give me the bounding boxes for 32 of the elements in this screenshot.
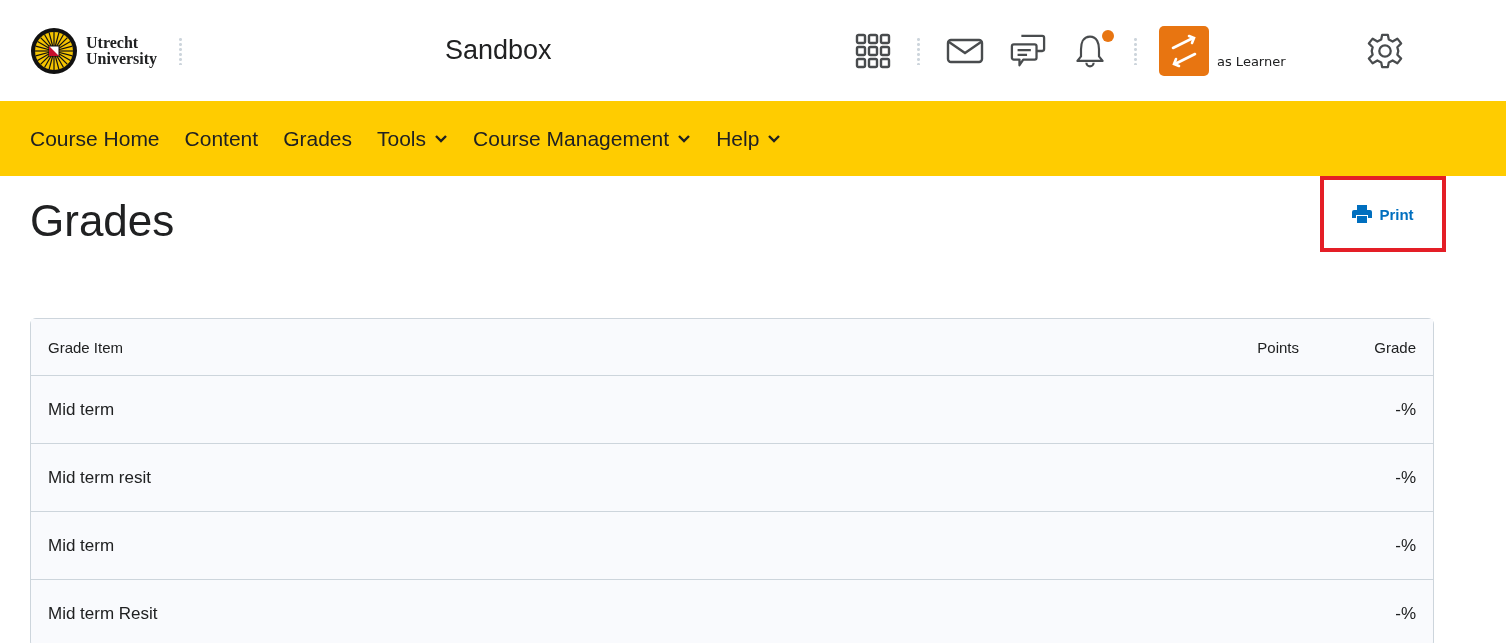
table-cell-text: Mid term xyxy=(48,399,116,420)
print-button[interactable]: Print xyxy=(1348,201,1418,227)
role-label: as Learner xyxy=(1217,54,1286,69)
column-header: Grade xyxy=(1373,338,1416,356)
column-header: Grade Item xyxy=(48,338,125,356)
table-cell-text: -% xyxy=(1394,535,1416,556)
nav-link[interactable]: Course Home xyxy=(30,126,160,151)
table-cell-text: -% xyxy=(1394,399,1416,420)
nav-link[interactable]: Grades xyxy=(283,126,352,151)
chevron-down-icon xyxy=(767,134,782,143)
table-cell-text: -% xyxy=(1394,467,1416,488)
table-cell-text: Mid term resit xyxy=(48,467,152,488)
university-logo-text: Utrecht University xyxy=(86,34,158,67)
chevron-down-icon xyxy=(677,134,692,143)
table-cell-text: -% xyxy=(1394,603,1416,624)
mail-icon[interactable] xyxy=(946,37,984,64)
table-cell-text: Mid term Resit xyxy=(48,603,159,624)
nav-link[interactable]: Content xyxy=(184,126,259,151)
course-title[interactable]: Sandbox xyxy=(445,35,855,66)
chevron-down-icon xyxy=(434,134,449,143)
printer-icon xyxy=(1352,205,1373,223)
waffle-menu-icon[interactable] xyxy=(855,32,891,69)
nav-link[interactable]: Help xyxy=(716,126,782,151)
nav-link[interactable]: Tools xyxy=(377,126,449,151)
column-header: Points xyxy=(1256,338,1299,356)
university-seal-icon xyxy=(30,26,78,75)
nav-link[interactable]: Course Management xyxy=(473,126,692,151)
settings-icon[interactable] xyxy=(1365,31,1404,70)
page-title: Grades xyxy=(30,196,175,246)
table-cell-text: Mid term xyxy=(48,535,116,556)
chat-icon[interactable] xyxy=(1010,32,1046,69)
role-switch-icon[interactable] xyxy=(1159,25,1209,76)
